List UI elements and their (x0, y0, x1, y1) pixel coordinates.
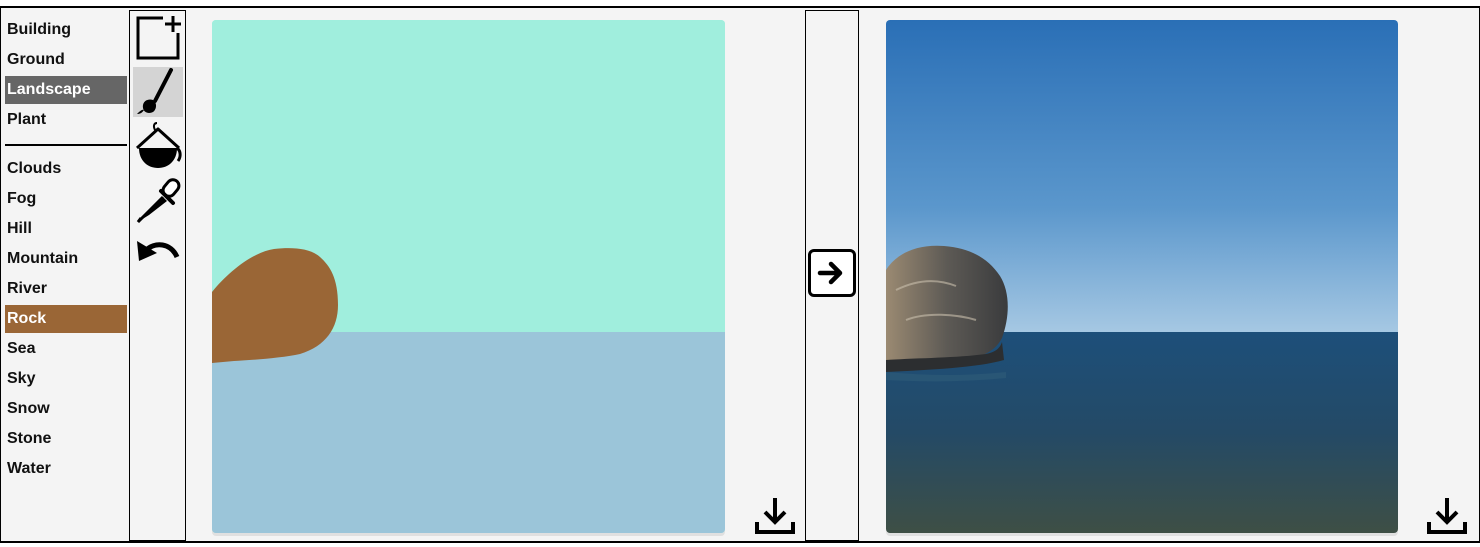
label-hill[interactable]: Hill (5, 215, 127, 243)
label-stone[interactable]: Stone (5, 425, 127, 453)
label-clouds[interactable]: Clouds (5, 155, 127, 183)
label-ground[interactable]: Ground (5, 46, 127, 74)
brush-button[interactable] (133, 67, 183, 117)
undo-button[interactable] (133, 229, 183, 279)
label-landscape[interactable]: Landscape (5, 76, 127, 104)
undo-icon (137, 241, 180, 261)
paint-bucket-icon (135, 122, 182, 168)
app-frame: Building Ground Landscape Plant Clouds F… (0, 6, 1480, 543)
download-icon (1427, 498, 1467, 534)
label-snow[interactable]: Snow (5, 395, 127, 423)
brush-icon (137, 68, 173, 114)
generated-image (886, 20, 1398, 533)
label-rock[interactable]: Rock (5, 305, 127, 333)
download-output-button[interactable] (1425, 494, 1469, 538)
download-icon (755, 498, 795, 534)
eyedropper-button[interactable] (133, 175, 183, 225)
label-plant[interactable]: Plant (5, 106, 127, 134)
label-building[interactable]: Building (5, 16, 127, 44)
label-sea[interactable]: Sea (5, 335, 127, 363)
arrow-right-icon (817, 261, 843, 285)
label-list: Building Ground Landscape Plant Clouds F… (5, 16, 127, 485)
paint-bucket-button[interactable] (133, 121, 183, 171)
label-water[interactable]: Water (5, 455, 127, 483)
tool-bar (129, 10, 186, 541)
download-map-button[interactable] (753, 494, 797, 538)
segmentation-map (212, 20, 725, 533)
eyedropper-icon (136, 178, 181, 224)
convert-panel (805, 10, 859, 541)
label-mountain[interactable]: Mountain (5, 245, 127, 273)
convert-button[interactable] (808, 249, 856, 297)
label-sky[interactable]: Sky (5, 365, 127, 393)
segmentation-canvas[interactable] (212, 20, 725, 533)
label-fog[interactable]: Fog (5, 185, 127, 213)
new-canvas-button[interactable] (133, 13, 183, 63)
label-divider (5, 144, 127, 146)
generated-photo (886, 20, 1398, 533)
label-river[interactable]: River (5, 275, 127, 303)
new-canvas-icon (136, 16, 181, 60)
